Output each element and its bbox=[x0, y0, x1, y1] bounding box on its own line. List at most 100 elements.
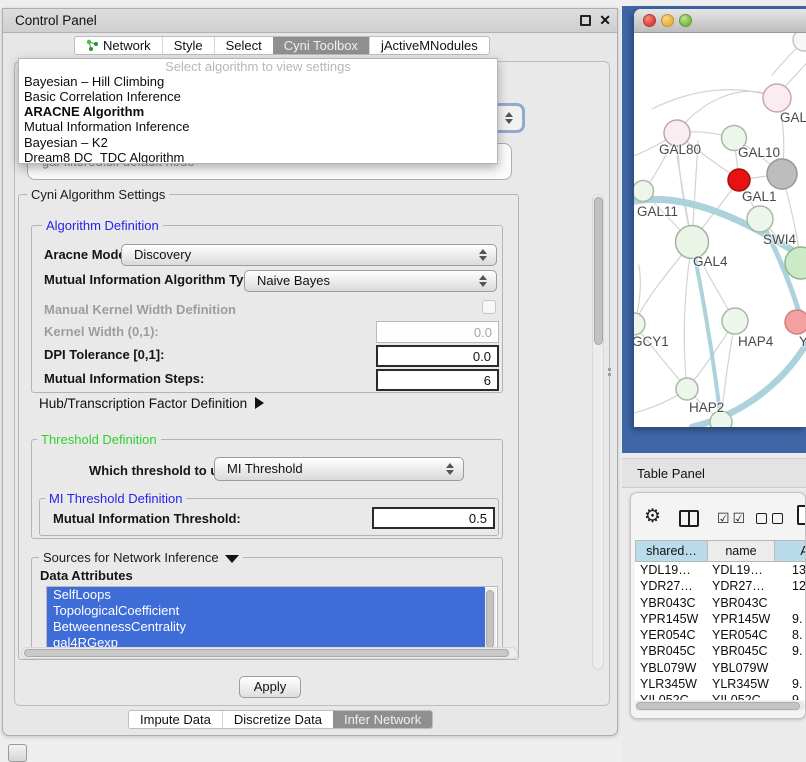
network-graph: GAL2GAL80GAL10GAL1GAL11SWI4GAL4GCY1HAP4Y… bbox=[634, 33, 806, 427]
algorithm-option-bayesian-k2[interactable]: Bayesian – K2 bbox=[19, 135, 497, 150]
algorithm-option-mutual-information-inference[interactable]: Mutual Information Inference bbox=[19, 119, 497, 134]
cell: 9. bbox=[775, 643, 806, 659]
cyni-algorithm-settings-group: Cyni Algorithm Settings Algorithm Defini… bbox=[18, 194, 519, 660]
table-row[interactable]: YBR043CYBR043C bbox=[635, 595, 806, 611]
table-row[interactable]: YBR045CYBR045C9. bbox=[635, 643, 806, 659]
node-hap2[interactable] bbox=[676, 378, 698, 400]
unselect-columns-icon[interactable] bbox=[772, 513, 783, 524]
panel-resize-grip[interactable] bbox=[608, 368, 612, 378]
cell: YDL19… bbox=[635, 562, 708, 578]
column-layout-icon[interactable] bbox=[679, 510, 699, 527]
cell: YBR043C bbox=[635, 595, 708, 611]
tab-label: Discretize Data bbox=[234, 711, 322, 728]
network-edge[interactable] bbox=[677, 91, 777, 133]
tab-select[interactable]: Select bbox=[214, 37, 273, 54]
kernel-width-input[interactable] bbox=[376, 321, 499, 343]
cell: YPR145W bbox=[708, 611, 775, 627]
tab-style[interactable]: Style bbox=[162, 37, 214, 54]
table-row[interactable]: YER054CYER054C8. bbox=[635, 627, 806, 643]
node-gray[interactable] bbox=[767, 159, 797, 189]
which-threshold-combo[interactable]: MI Threshold bbox=[214, 457, 464, 481]
node-table[interactable]: shared…nameAYDL19…YDL19…13YDR27…YDR27…12… bbox=[635, 540, 806, 700]
tab-jactivemnodules[interactable]: jActiveMNodules bbox=[369, 37, 489, 54]
node-topright[interactable] bbox=[793, 33, 806, 51]
tab-network[interactable]: Network bbox=[75, 37, 162, 54]
tab-label: Cyni Toolbox bbox=[284, 37, 358, 54]
manual-kernel-checkbox[interactable] bbox=[482, 300, 496, 314]
network-canvas[interactable]: GAL2GAL80GAL10GAL1GAL11SWI4GAL4GCY1HAP4Y… bbox=[634, 33, 806, 427]
unselect-columns-icon[interactable] bbox=[756, 513, 767, 524]
node-salmon[interactable] bbox=[785, 310, 806, 334]
column-header-a[interactable]: A bbox=[775, 540, 806, 562]
close-traffic-light-icon[interactable] bbox=[643, 14, 656, 27]
table-row[interactable]: YIL052CYIL052C9 bbox=[635, 692, 806, 700]
aracne-mode-combo[interactable]: Discovery bbox=[121, 244, 497, 266]
scrollbar-thumb[interactable] bbox=[594, 197, 603, 345]
cell: YDR27… bbox=[708, 578, 775, 594]
close-icon[interactable]: ✕ bbox=[599, 12, 611, 29]
mi-algorithm-type-combo[interactable]: Naive Bayes bbox=[244, 270, 497, 292]
table-row[interactable]: YPR145WYPR145W9. bbox=[635, 611, 806, 627]
table-row[interactable]: YDL19…YDL19…13 bbox=[635, 562, 806, 578]
cell: YER054C bbox=[635, 627, 708, 643]
mi-steps-input[interactable] bbox=[376, 369, 499, 391]
aracne-mode-label: Aracne Mode: bbox=[44, 247, 130, 262]
attribute-item-topologicalcoefficient[interactable]: TopologicalCoefficient bbox=[47, 603, 485, 619]
cell: YBR045C bbox=[635, 643, 708, 659]
mi-threshold-input[interactable] bbox=[372, 507, 495, 529]
node-label-gal4: GAL4 bbox=[693, 254, 728, 269]
select-columns-icon[interactable]: ☑☑ bbox=[717, 510, 748, 527]
algorithm-option-basic-correlation-inference[interactable]: Basic Correlation Inference bbox=[19, 89, 497, 104]
combo-spinner-icon bbox=[479, 249, 487, 261]
table-row[interactable]: YBL079WYBL079W bbox=[635, 660, 806, 676]
dpi-tolerance-input[interactable] bbox=[376, 345, 499, 367]
column-header-shared[interactable]: shared… bbox=[635, 540, 708, 562]
algorithm-popup-list: Select algorithm to view settingsBayesia… bbox=[18, 58, 498, 164]
algorithm-option-bayesian-hill-climbing[interactable]: Bayesian – Hill Climbing bbox=[19, 74, 497, 89]
network-view-window: GAL2GAL80GAL10GAL1GAL11SWI4GAL4GCY1HAP4Y… bbox=[634, 9, 806, 427]
tab-label: Network bbox=[103, 37, 151, 54]
settings-vscrollbar[interactable] bbox=[592, 194, 604, 670]
cell: YDR27… bbox=[635, 578, 708, 594]
sources-group: Sources for Network Inference Data Attri… bbox=[31, 557, 503, 661]
attribute-item-betweennesscentrality[interactable]: BetweennessCentrality bbox=[47, 619, 485, 635]
export-table-icon[interactable] bbox=[797, 505, 806, 525]
minimized-panel-icon[interactable] bbox=[8, 744, 27, 762]
minimize-traffic-light-icon[interactable] bbox=[661, 14, 674, 27]
algorithm-option-dream8-dc-tdc-algorithm[interactable]: Dream8 DC_TDC Algorithm bbox=[19, 150, 497, 164]
attribute-item-selfloops[interactable]: SelfLoops bbox=[47, 587, 485, 603]
table-row[interactable]: YDR27…YDR27…12 bbox=[635, 578, 806, 594]
node-gal2[interactable] bbox=[763, 84, 791, 112]
tab-cyni-toolbox[interactable]: Cyni Toolbox bbox=[273, 37, 369, 54]
float-window-icon[interactable] bbox=[580, 15, 591, 26]
table-hscrollbar[interactable] bbox=[635, 701, 805, 711]
cell: 9. bbox=[775, 611, 806, 627]
tab-impute-data[interactable]: Impute Data bbox=[129, 711, 222, 728]
list-scrollbar[interactable] bbox=[485, 588, 496, 655]
aracne-mode-value: Discovery bbox=[134, 247, 191, 262]
node-hap4[interactable] bbox=[722, 308, 748, 334]
tab-discretize-data[interactable]: Discretize Data bbox=[222, 711, 333, 728]
node-gcy1[interactable] bbox=[634, 313, 645, 335]
tab-infer-network[interactable]: Infer Network bbox=[333, 711, 432, 728]
node-swi4[interactable] bbox=[747, 206, 773, 232]
node-gal11[interactable] bbox=[634, 181, 654, 202]
scrollbar-thumb[interactable] bbox=[24, 649, 509, 657]
table-row[interactable]: YLR345WYLR345W9. bbox=[635, 676, 806, 692]
hub-factor-expander[interactable]: Hub/Transcription Factor Definition bbox=[39, 396, 264, 411]
gear-icon[interactable]: ⚙ bbox=[644, 505, 661, 528]
sources-title[interactable]: Sources for Network Inference bbox=[39, 550, 243, 565]
apply-button[interactable]: Apply bbox=[239, 676, 301, 698]
column-header-name[interactable]: name bbox=[708, 540, 775, 562]
mi-steps-label: Mutual Information Steps: bbox=[44, 371, 204, 386]
network-window-titlebar[interactable] bbox=[634, 9, 806, 33]
scrollbar-thumb[interactable] bbox=[636, 702, 800, 710]
settings-hscrollbar[interactable] bbox=[21, 647, 518, 659]
zoom-traffic-light-icon[interactable] bbox=[679, 14, 692, 27]
control-panel-titlebar: Control Panel ✕ bbox=[3, 9, 617, 33]
network-edge[interactable] bbox=[652, 90, 777, 109]
scrollbar-thumb[interactable] bbox=[486, 590, 494, 648]
network-edge[interactable] bbox=[684, 242, 692, 389]
algorithm-option-aracne-algorithm[interactable]: ARACNE Algorithm bbox=[19, 104, 497, 119]
node-gal1[interactable] bbox=[728, 169, 750, 191]
